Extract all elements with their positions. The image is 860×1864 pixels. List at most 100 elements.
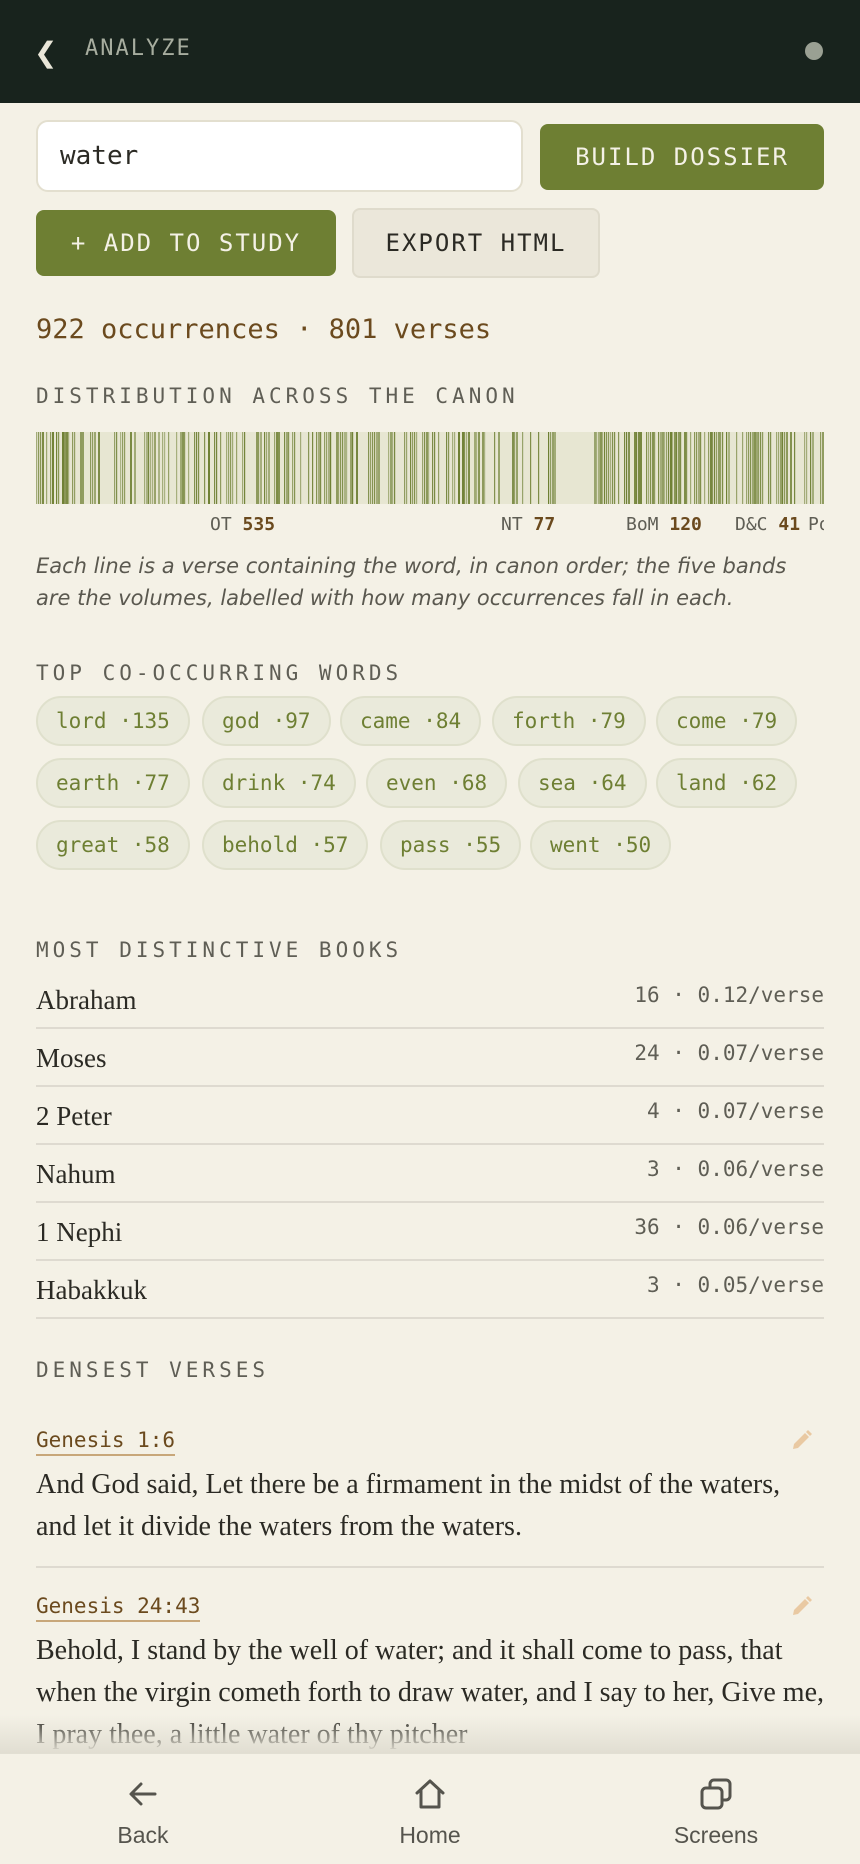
verse-tick: [62, 432, 64, 504]
nav-home-label: Home: [399, 1822, 461, 1848]
verse-tick: [670, 432, 672, 504]
verse-tick: [148, 432, 150, 504]
book-row[interactable]: Moses 24 · 0.07/verse: [36, 1029, 824, 1087]
word-chip[interactable]: pass ·55: [380, 820, 522, 870]
distribution-barcode: [36, 432, 824, 504]
verse-tick: [264, 432, 266, 504]
verse-tick: [182, 432, 184, 504]
word-chip[interactable]: lord ·135: [36, 696, 190, 746]
verse-tick: [634, 432, 636, 504]
band-dc: D&C 41: [735, 514, 801, 535]
verse-tick: [426, 432, 428, 504]
book-row[interactable]: 1 Nephi 36 · 0.06/verse: [36, 1203, 824, 1261]
search-input[interactable]: [36, 120, 523, 192]
verse-tick: [648, 432, 650, 504]
verse-reference-link[interactable]: Genesis 24:43: [36, 1594, 201, 1622]
verse-tick: [180, 432, 182, 504]
pencil-icon[interactable]: [790, 1426, 814, 1450]
pencil-icon[interactable]: [790, 1592, 814, 1616]
verse-divider: [36, 1566, 824, 1568]
verse-text: And God said, Let there be a firmament i…: [36, 1469, 781, 1542]
book-name: 1 Nephi: [36, 1217, 123, 1247]
verse-tick: [678, 432, 680, 504]
verse-tick: [64, 432, 66, 504]
verse-tick: [232, 432, 234, 504]
verse-tick: [284, 432, 286, 504]
verse-tick: [392, 432, 394, 504]
word-chip[interactable]: came ·84: [340, 696, 482, 746]
verse-tick: [780, 432, 782, 504]
verse-tick: [36, 432, 38, 504]
verse-tick: [134, 432, 136, 504]
word-chip[interactable]: behold ·57: [202, 820, 369, 870]
word-chip[interactable]: great ·58: [36, 820, 190, 870]
word-chip[interactable]: come ·79: [656, 696, 798, 746]
word-chip[interactable]: land ·62: [656, 758, 798, 808]
verse-tick: [750, 432, 752, 504]
verse-tick: [412, 432, 414, 504]
verse-tick: [742, 432, 744, 504]
build-dossier-button[interactable]: BUILD DOSSIER: [540, 124, 824, 190]
book-stat: 3 · 0.06/verse: [646, 1157, 824, 1181]
verse-tick: [804, 432, 806, 504]
word-chip[interactable]: god ·97: [202, 696, 331, 746]
verse-tick: [668, 432, 670, 504]
distribution-label: DISTRIBUTION ACROSS THE CANON: [36, 384, 519, 408]
nav-home[interactable]: Home: [330, 1776, 530, 1849]
verse-tick: [376, 432, 378, 504]
verse-tick: [394, 432, 396, 504]
verse-tick: [654, 432, 656, 504]
verse-tick: [810, 432, 812, 504]
book-row[interactable]: 2 Peter 4 · 0.07/verse: [36, 1087, 824, 1145]
book-name: 2 Peter: [36, 1101, 112, 1131]
verse-tick: [216, 432, 218, 504]
verse-tick: [350, 432, 352, 504]
word-chip[interactable]: sea ·64: [518, 758, 647, 808]
book-row[interactable]: Habakkuk 3 · 0.05/verse: [36, 1261, 824, 1319]
verse-tick: [188, 432, 190, 504]
verse-tick: [610, 432, 612, 504]
verse-tick: [152, 432, 154, 504]
verse-tick: [708, 432, 710, 504]
verse-tick: [294, 432, 296, 504]
verse-tick: [478, 432, 480, 504]
verse-tick: [150, 432, 152, 504]
book-row[interactable]: Nahum 3 · 0.06/verse: [36, 1145, 824, 1203]
verse-tick: [432, 432, 434, 504]
back-chevron-icon[interactable]: ❮: [34, 36, 57, 69]
export-html-button[interactable]: EXPORT HTML: [352, 208, 600, 278]
book-stat: 36 · 0.06/verse: [634, 1215, 824, 1239]
word-chip[interactable]: forth ·79: [492, 696, 646, 746]
verse-reference-link[interactable]: Genesis 1:6: [36, 1428, 176, 1456]
nav-back-label: Back: [117, 1822, 169, 1848]
verse-tick: [736, 432, 738, 504]
verse-tick: [704, 432, 706, 504]
verse-tick: [604, 432, 606, 504]
add-to-study-button[interactable]: + ADD TO STUDY: [36, 210, 336, 276]
verse-tick: [406, 432, 408, 504]
verse-tick: [274, 432, 276, 504]
nav-screens[interactable]: Screens: [616, 1776, 816, 1849]
word-chip[interactable]: earth ·77: [36, 758, 190, 808]
verse-tick: [466, 432, 468, 504]
band-nt: NT 77: [501, 514, 556, 535]
verse-tick: [46, 432, 48, 504]
verse-tick: [124, 432, 126, 504]
verse-tick: [778, 432, 780, 504]
verse-tick: [782, 432, 784, 504]
verse-tick: [474, 432, 476, 504]
book-row[interactable]: Abraham 16 · 0.12/verse: [36, 971, 824, 1029]
verse-tick: [162, 432, 164, 504]
verse-tick: [550, 432, 552, 504]
verse-tick: [658, 432, 660, 504]
verse-tick: [628, 432, 630, 504]
nav-back[interactable]: Back: [43, 1776, 243, 1849]
verse-tick: [696, 432, 698, 504]
verse-tick: [464, 432, 466, 504]
word-chip[interactable]: went ·50: [530, 820, 672, 870]
word-chip[interactable]: drink ·74: [202, 758, 356, 808]
verse-tick: [652, 432, 654, 504]
word-chip[interactable]: even ·68: [366, 758, 508, 808]
verse-tick: [66, 432, 68, 504]
verse-tick: [356, 432, 358, 504]
